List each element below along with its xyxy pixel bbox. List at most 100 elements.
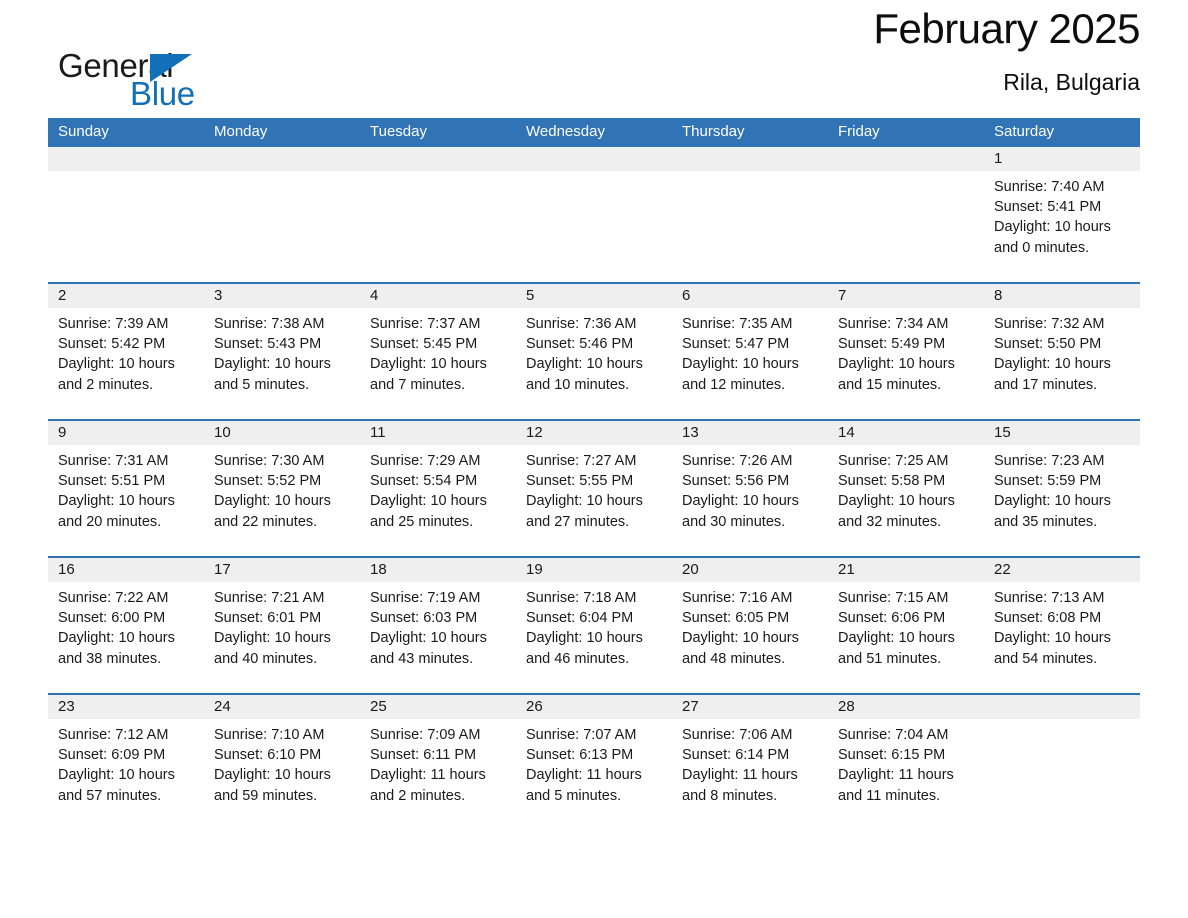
calendar-cell[interactable]: 7 Sunrise: 7:34 AM Sunset: 5:49 PM Daylight… [828, 282, 984, 420]
logo-text-blue: Blue [130, 75, 195, 112]
sunset-text: Sunset: 6:01 PM [214, 610, 322, 627]
calendar-cell[interactable]: 28 Sunrise: 7:04 AM Sunset: 6:15 PM Dayligh… [828, 693, 984, 830]
day-cell: 20 Sunrise: 7:16 AM Sunset: 6:05 PM Dayligh… [672, 558, 828, 693]
day-number: 10 [204, 421, 360, 445]
daylight-text: Daylight: 10 hours and 51 minutes. [838, 630, 955, 667]
empty-day-cell [516, 147, 672, 282]
sunrise-text: Sunrise: 7:16 AM [682, 590, 793, 606]
daylight-text: Daylight: 10 hours and 48 minutes. [682, 630, 799, 667]
calendar-cell[interactable]: 23 Sunrise: 7:12 AM Sunset: 6:09 PM Dayligh… [48, 693, 204, 830]
day-number: 8 [984, 284, 1140, 308]
daylight-text: Daylight: 10 hours and 20 minutes. [58, 493, 175, 530]
calendar-cell[interactable]: 18 Sunrise: 7:19 AM Sunset: 6:03 PM Dayligh… [360, 556, 516, 694]
empty-day-cell [984, 695, 1140, 830]
calendar-cell[interactable]: 6 Sunrise: 7:35 AM Sunset: 5:47 PM Daylight… [672, 282, 828, 420]
sunset-text: Sunset: 5:55 PM [526, 473, 634, 490]
daylight-text: Daylight: 10 hours and 7 minutes. [370, 356, 487, 393]
daylight-text: Daylight: 10 hours and 17 minutes. [994, 356, 1111, 393]
calendar-cell[interactable]: 5 Sunrise: 7:36 AM Sunset: 5:46 PM Daylight… [516, 282, 672, 420]
day-cell: 10 Sunrise: 7:30 AM Sunset: 5:52 PM Dayligh… [204, 421, 360, 556]
day-cell: 14 Sunrise: 7:25 AM Sunset: 5:58 PM Dayligh… [828, 421, 984, 556]
day-cell: 25 Sunrise: 7:09 AM Sunset: 6:11 PM Dayligh… [360, 695, 516, 830]
calendar-cell[interactable]: 16 Sunrise: 7:22 AM Sunset: 6:00 PM Dayligh… [48, 556, 204, 694]
calendar-cell[interactable]: 25 Sunrise: 7:09 AM Sunset: 6:11 PM Dayligh… [360, 693, 516, 830]
sunrise-text: Sunrise: 7:21 AM [214, 590, 325, 606]
day-number: 12 [516, 421, 672, 445]
calendar-cell[interactable]: 20 Sunrise: 7:16 AM Sunset: 6:05 PM Dayligh… [672, 556, 828, 694]
calendar-cell[interactable]: 12 Sunrise: 7:27 AM Sunset: 5:55 PM Dayligh… [516, 419, 672, 557]
page-header: General Blue February 2025 Rila, Bulgari… [58, 0, 1140, 118]
daylight-text: Daylight: 10 hours and 46 minutes. [526, 630, 643, 667]
calendar-cell[interactable]: 22 Sunrise: 7:13 AM Sunset: 6:08 PM Dayligh… [984, 556, 1140, 694]
day-cell: 13 Sunrise: 7:26 AM Sunset: 5:56 PM Dayligh… [672, 421, 828, 556]
calendar-cell[interactable]: 13 Sunrise: 7:26 AM Sunset: 5:56 PM Dayligh… [672, 419, 828, 557]
calendar-cell[interactable]: 10 Sunrise: 7:30 AM Sunset: 5:52 PM Dayligh… [204, 419, 360, 557]
day-details: Sunrise: 7:35 AM Sunset: 5:47 PM Daylight:… [672, 308, 828, 395]
day-details: Sunrise: 7:10 AM Sunset: 6:10 PM Daylight:… [204, 719, 360, 806]
day-cell: 19 Sunrise: 7:18 AM Sunset: 6:04 PM Dayligh… [516, 558, 672, 693]
calendar-cell[interactable]: 24 Sunrise: 7:10 AM Sunset: 6:10 PM Dayligh… [204, 693, 360, 830]
sunrise-text: Sunrise: 7:36 AM [526, 316, 637, 332]
day-number: 15 [984, 421, 1140, 445]
day-number: 21 [828, 558, 984, 582]
daylight-text: Daylight: 10 hours and 32 minutes. [838, 493, 955, 530]
calendar-cell[interactable]: 9 Sunrise: 7:31 AM Sunset: 5:51 PM Daylight… [48, 419, 204, 557]
calendar-cell[interactable]: 15 Sunrise: 7:23 AM Sunset: 5:59 PM Dayligh… [984, 419, 1140, 557]
day-details: Sunrise: 7:34 AM Sunset: 5:49 PM Daylight:… [828, 308, 984, 395]
calendar-cell[interactable]: 14 Sunrise: 7:25 AM Sunset: 5:58 PM Dayligh… [828, 419, 984, 557]
calendar-week-row: 23 Sunrise: 7:12 AM Sunset: 6:09 PM Dayligh… [48, 693, 1140, 830]
day-cell: 7 Sunrise: 7:34 AM Sunset: 5:49 PM Daylight… [828, 284, 984, 419]
day-cell: 3 Sunrise: 7:38 AM Sunset: 5:43 PM Daylight… [204, 284, 360, 419]
calendar-cell[interactable]: 26 Sunrise: 7:07 AM Sunset: 6:13 PM Dayligh… [516, 693, 672, 830]
calendar-cell [360, 147, 516, 283]
empty-day-cell [360, 147, 516, 282]
daylight-text: Daylight: 10 hours and 43 minutes. [370, 630, 487, 667]
sunrise-text: Sunrise: 7:40 AM [994, 179, 1105, 195]
daylight-text: Daylight: 10 hours and 59 minutes. [214, 767, 331, 804]
day-number: 28 [828, 695, 984, 719]
calendar-cell[interactable]: 21 Sunrise: 7:15 AM Sunset: 6:06 PM Dayligh… [828, 556, 984, 694]
calendar-cell[interactable]: 3 Sunrise: 7:38 AM Sunset: 5:43 PM Daylight… [204, 282, 360, 420]
daylight-text: Daylight: 10 hours and 5 minutes. [214, 356, 331, 393]
empty-day-cell [204, 147, 360, 282]
calendar-cell[interactable]: 4 Sunrise: 7:37 AM Sunset: 5:45 PM Daylight… [360, 282, 516, 420]
sunrise-text: Sunrise: 7:38 AM [214, 316, 325, 332]
calendar-cell[interactable]: 19 Sunrise: 7:18 AM Sunset: 6:04 PM Dayligh… [516, 556, 672, 694]
daylight-text: Daylight: 10 hours and 54 minutes. [994, 630, 1111, 667]
sunrise-text: Sunrise: 7:26 AM [682, 453, 793, 469]
sunrise-text: Sunrise: 7:35 AM [682, 316, 793, 332]
calendar-cell [204, 147, 360, 283]
daylight-text: Daylight: 10 hours and 30 minutes. [682, 493, 799, 530]
sunset-text: Sunset: 5:49 PM [838, 336, 946, 353]
calendar-cell[interactable]: 17 Sunrise: 7:21 AM Sunset: 6:01 PM Dayligh… [204, 556, 360, 694]
weekday-header-thursday: Thursday [672, 118, 828, 147]
page-subtitle: Rila, Bulgaria [1003, 69, 1140, 95]
sunrise-text: Sunrise: 7:15 AM [838, 590, 949, 606]
day-number: 17 [204, 558, 360, 582]
sunset-text: Sunset: 6:14 PM [682, 747, 790, 764]
weekday-header-row: Sunday Monday Tuesday Wednesday Thursday… [48, 118, 1140, 147]
calendar-cell[interactable]: 11 Sunrise: 7:29 AM Sunset: 5:54 PM Dayligh… [360, 419, 516, 557]
calendar-table: Sunday Monday Tuesday Wednesday Thursday… [48, 118, 1140, 830]
day-cell: 1 Sunrise: 7:40 AM Sunset: 5:41 PM Daylight… [984, 147, 1140, 282]
calendar-cell[interactable]: 2 Sunrise: 7:39 AM Sunset: 5:42 PM Daylight… [48, 282, 204, 420]
calendar-cell[interactable]: 8 Sunrise: 7:32 AM Sunset: 5:50 PM Daylight… [984, 282, 1140, 420]
daylight-text: Daylight: 11 hours and 2 minutes. [370, 767, 486, 804]
sunrise-text: Sunrise: 7:34 AM [838, 316, 949, 332]
day-cell: 11 Sunrise: 7:29 AM Sunset: 5:54 PM Dayligh… [360, 421, 516, 556]
day-details: Sunrise: 7:31 AM Sunset: 5:51 PM Daylight:… [48, 445, 204, 532]
day-number: 11 [360, 421, 516, 445]
sunset-text: Sunset: 5:42 PM [58, 336, 166, 353]
sunrise-text: Sunrise: 7:13 AM [994, 590, 1105, 606]
day-number [672, 147, 828, 171]
sunrise-text: Sunrise: 7:07 AM [526, 727, 637, 743]
day-number: 25 [360, 695, 516, 719]
daylight-text: Daylight: 11 hours and 5 minutes. [526, 767, 642, 804]
day-number: 24 [204, 695, 360, 719]
daylight-text: Daylight: 10 hours and 15 minutes. [838, 356, 955, 393]
calendar-cell[interactable]: 1 Sunrise: 7:40 AM Sunset: 5:41 PM Daylight… [984, 147, 1140, 283]
sunrise-text: Sunrise: 7:18 AM [526, 590, 637, 606]
calendar-cell[interactable]: 27 Sunrise: 7:06 AM Sunset: 6:14 PM Dayligh… [672, 693, 828, 830]
day-number [828, 147, 984, 171]
sunrise-text: Sunrise: 7:37 AM [370, 316, 481, 332]
